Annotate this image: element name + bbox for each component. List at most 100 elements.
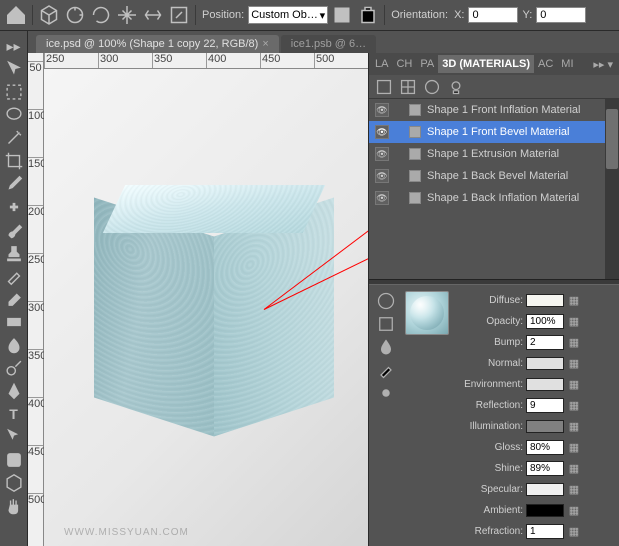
canvas[interactable]: WWW.MISSYUAN.COM [44, 69, 368, 546]
marquee-tool-icon[interactable] [3, 81, 25, 103]
doc-tab-2[interactable]: ice1.psb @ 6… [281, 35, 376, 53]
reflection-input[interactable]: 9 [526, 398, 564, 413]
normal-swatch[interactable] [526, 357, 564, 370]
scrollbar[interactable] [605, 99, 619, 279]
sample-icon[interactable] [375, 383, 397, 403]
position-dropdown[interactable]: Custom Ob…▾ [248, 6, 328, 24]
illumination-menu-icon[interactable]: ▦ [567, 419, 581, 433]
document-tabs: ice.psd @ 100% (Shape 1 copy 22, RGB/8)×… [28, 31, 619, 53]
ambient-menu-icon[interactable]: ▦ [567, 503, 581, 517]
wand-tool-icon[interactable] [3, 127, 25, 149]
close-icon[interactable]: × [262, 38, 268, 50]
visibility-icon[interactable]: 👁 [375, 147, 389, 161]
rotate-icon[interactable] [63, 3, 87, 27]
normal-menu-icon[interactable]: ▦ [567, 356, 581, 370]
panel-tab[interactable]: CH [392, 55, 416, 73]
eyedropper-tool-icon[interactable] [3, 173, 25, 195]
y-input[interactable]: 0 [536, 7, 586, 23]
material-preview[interactable] [405, 291, 449, 335]
opacity-menu-icon[interactable]: ▦ [567, 314, 581, 328]
sphere-preview-icon[interactable] [375, 291, 397, 311]
heal-tool-icon[interactable] [3, 196, 25, 218]
scroll-thumb[interactable] [606, 109, 618, 169]
slide-icon[interactable] [141, 3, 165, 27]
hand-tool-icon[interactable] [3, 495, 25, 517]
eraser-tool-icon[interactable] [3, 288, 25, 310]
x-input[interactable]: 0 [468, 7, 518, 23]
dodge-tool-icon[interactable] [3, 357, 25, 379]
type-tool-icon[interactable]: T [3, 403, 25, 425]
material-row[interactable]: 👁 Shape 1 Extrusion Material [369, 143, 619, 165]
illumination-swatch[interactable] [526, 420, 564, 433]
material-row[interactable]: 👁Shape 1 Front Bevel Material [369, 121, 619, 143]
crop-tool-icon[interactable] [3, 150, 25, 172]
path-tool-icon[interactable] [3, 426, 25, 448]
gloss-input[interactable]: 80% [526, 440, 564, 455]
tool-palette: ▸▸ T [0, 31, 28, 546]
3d-filter-icons [369, 75, 619, 99]
material-row[interactable]: 👁Shape 1 Front Inflation Material [369, 99, 619, 121]
shine-menu-icon[interactable]: ▦ [567, 461, 581, 475]
specular-label: Specular: [455, 484, 523, 495]
panel-tab[interactable]: PA [416, 55, 438, 73]
pan-icon[interactable] [115, 3, 139, 27]
shape-tool-icon[interactable] [3, 449, 25, 471]
bump-label: Bump: [455, 337, 523, 348]
light-filter-icon[interactable] [447, 78, 465, 96]
mesh-filter-icon[interactable] [399, 78, 417, 96]
material-swatch [409, 170, 421, 182]
bump-input[interactable]: 2 [526, 335, 564, 350]
environment-menu-icon[interactable]: ▦ [567, 377, 581, 391]
visibility-icon[interactable]: 👁 [375, 103, 389, 117]
scene-filter-icon[interactable] [375, 78, 393, 96]
diffuse-menu-icon[interactable]: ▦ [567, 293, 581, 307]
brush-tool-icon[interactable] [3, 219, 25, 241]
materials-list[interactable]: 👁Shape 1 Front Inflation Material👁Shape … [369, 99, 619, 279]
save-icon[interactable] [330, 3, 354, 27]
ambient-swatch[interactable] [526, 504, 564, 517]
panel-tab[interactable]: LA [371, 55, 392, 73]
cube-icon[interactable] [37, 3, 61, 27]
panel-tab[interactable]: MI [557, 55, 577, 73]
diffuse-label: Diffuse: [455, 295, 523, 306]
3d-tool-icon[interactable] [3, 472, 25, 494]
visibility-icon[interactable]: 👁 [375, 191, 389, 205]
move-tool-icon[interactable] [3, 58, 25, 80]
panel-menu-icon[interactable]: ▸▸ ▾ [589, 55, 617, 74]
refraction-input[interactable]: 1 [526, 524, 564, 539]
material-row[interactable]: 👁Shape 1 Back Inflation Material [369, 187, 619, 209]
panel-tab[interactable]: AC [534, 55, 557, 73]
stamp-tool-icon[interactable] [3, 242, 25, 264]
refraction-menu-icon[interactable]: ▦ [567, 524, 581, 538]
diffuse-swatch[interactable] [526, 294, 564, 307]
specular-menu-icon[interactable]: ▦ [567, 482, 581, 496]
material-swatch [409, 148, 421, 160]
gloss-menu-icon[interactable]: ▦ [567, 440, 581, 454]
material-row[interactable]: 👁Shape 1 Back Bevel Material [369, 165, 619, 187]
blur-tool-icon[interactable] [3, 334, 25, 356]
opacity-input[interactable]: 100% [526, 314, 564, 329]
specular-swatch[interactable] [526, 483, 564, 496]
environment-swatch[interactable] [526, 378, 564, 391]
visibility-icon[interactable]: 👁 [375, 169, 389, 183]
history-brush-icon[interactable] [3, 265, 25, 287]
scale-icon[interactable] [167, 3, 191, 27]
pen-tool-icon[interactable] [3, 380, 25, 402]
doc-tab-1[interactable]: ice.psd @ 100% (Shape 1 copy 22, RGB/8)× [36, 35, 279, 53]
gradient-tool-icon[interactable] [3, 311, 25, 333]
panel-tab[interactable]: 3D (MATERIALS) [438, 55, 534, 73]
picker-icon[interactable] [375, 360, 397, 380]
home-icon[interactable] [4, 3, 28, 27]
visibility-icon[interactable]: 👁 [375, 125, 389, 139]
roll-icon[interactable] [89, 3, 113, 27]
bump-menu-icon[interactable]: ▦ [567, 335, 581, 349]
delete-icon[interactable] [356, 3, 380, 27]
reflection-menu-icon[interactable]: ▦ [567, 398, 581, 412]
lasso-tool-icon[interactable] [3, 104, 25, 126]
material-filter-icon[interactable] [423, 78, 441, 96]
shine-input[interactable]: 89% [526, 461, 564, 476]
new-material-icon[interactable] [375, 314, 397, 334]
material-name: Shape 1 Extrusion Material [427, 148, 559, 160]
grip-icon[interactable]: ▸▸ [3, 35, 25, 57]
drop-icon[interactable] [375, 337, 397, 357]
